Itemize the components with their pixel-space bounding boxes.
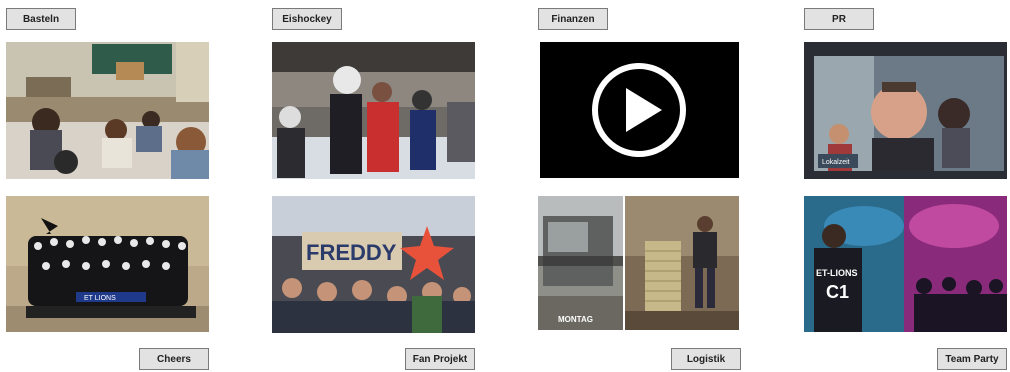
photo-logistik-left[interactable]: MONTAG — [538, 196, 623, 330]
photo-pr[interactable]: Lokalzeit — [804, 42, 1007, 179]
category-button-eishockey[interactable]: Eishockey — [272, 8, 342, 30]
logistik-left-photo-graphic: MONTAG — [538, 196, 623, 330]
category-button-pr[interactable]: PR — [804, 8, 874, 30]
category-button-basteln[interactable]: Basteln — [6, 8, 76, 30]
montag-text: MONTAG — [558, 315, 593, 324]
basteln-photo-graphic — [6, 42, 209, 179]
photo-eishockey[interactable] — [272, 42, 475, 179]
photo-cheers[interactable]: ET LIONS — [6, 196, 209, 332]
category-button-finanzen[interactable]: Finanzen — [538, 8, 608, 30]
lokalzeit-text: Lokalzeit — [822, 159, 850, 166]
category-button-fan-projekt[interactable]: Fan Projekt — [405, 348, 475, 370]
category-button-cheers[interactable]: Cheers — [139, 348, 209, 370]
category-button-team-party[interactable]: Team Party — [937, 348, 1007, 370]
c1-shirt-text: C1 — [826, 282, 849, 302]
cheers-photo-graphic: ET LIONS — [6, 196, 209, 332]
team-party-photo-graphic: ET-LIONS C1 — [804, 196, 1007, 332]
freddy-sign-text: FREDDY — [306, 240, 397, 265]
play-icon[interactable] — [540, 42, 739, 178]
lions-banner-text: ET LIONS — [84, 295, 116, 302]
video-finanzen[interactable] — [540, 42, 739, 178]
photo-logistik-right[interactable] — [625, 196, 739, 330]
fan-projekt-photo-graphic: FREDDY — [272, 196, 475, 333]
photo-team-party[interactable]: ET-LIONS C1 — [804, 196, 1007, 332]
category-button-logistik[interactable]: Logistik — [671, 348, 741, 370]
photo-fan-projekt[interactable]: FREDDY — [272, 196, 475, 333]
pr-photo-graphic: Lokalzeit — [804, 42, 1007, 179]
photo-basteln[interactable] — [6, 42, 209, 179]
et-lions-shirt-text: ET-LIONS — [816, 268, 858, 278]
logistik-right-photo-graphic — [625, 196, 739, 330]
eishockey-photo-graphic — [272, 42, 475, 179]
